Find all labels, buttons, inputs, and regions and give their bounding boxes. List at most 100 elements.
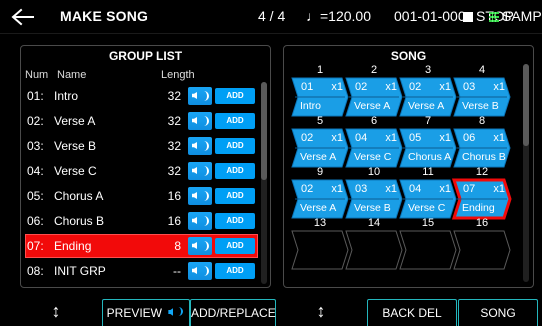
- song-slot-number: 4: [478, 64, 486, 76]
- song-slot[interactable]: 07 x1 Ending: [451, 178, 512, 220]
- song-slot-group-number: 02: [301, 132, 314, 144]
- num-column-header: Num: [25, 69, 49, 81]
- speaker-icon[interactable]: [188, 212, 212, 230]
- make-song-screen: MAKE SONG 4 / 4 ♩=120.00 001-01-000 STOP…: [0, 0, 542, 326]
- add-group-button[interactable]: ADD: [215, 163, 255, 179]
- song-slot-shape: [399, 230, 457, 270]
- song-slot[interactable]: 03 x1 Verse B: [345, 179, 403, 219]
- song-slot-group-repeat: 03 x1: [355, 183, 397, 195]
- song-slot[interactable]: 04 x1 Verse C: [399, 179, 457, 219]
- song-slot[interactable]: 03 x1 Verse B: [453, 77, 511, 117]
- song-slot-group-number: 02: [409, 81, 422, 93]
- speaker-icon[interactable]: [188, 112, 212, 130]
- group-length: --: [173, 264, 181, 278]
- add-group-button[interactable]: ADD: [215, 263, 255, 279]
- song-slot-group-repeat: 02 x1: [301, 183, 343, 195]
- group-list-row[interactable]: 05: Chorus A 16 ADD: [25, 184, 258, 208]
- song-slot[interactable]: 06 x1 Chorus B: [453, 128, 511, 168]
- group-number: 06:: [27, 214, 44, 228]
- add-group-button[interactable]: ADD: [215, 88, 255, 104]
- add-replace-button[interactable]: ADD/REPLACE: [190, 299, 276, 326]
- song-scroll-thumb[interactable]: [523, 64, 529, 146]
- sample-pad-label: SAMPLE PAD: [502, 8, 542, 24]
- group-number: 03:: [27, 139, 44, 153]
- song-slot[interactable]: 02 x1 Verse A: [291, 128, 349, 168]
- song-slot-name: Ending: [462, 202, 495, 214]
- group-list-row[interactable]: 07: Ending 8 ADD: [25, 234, 258, 258]
- add-group-button[interactable]: ADD: [215, 138, 255, 154]
- group-length: 16: [167, 189, 181, 203]
- speaker-icon[interactable]: [188, 262, 212, 280]
- time-signature: 4 / 4: [258, 8, 286, 24]
- song-slot-repeat: x1: [493, 81, 505, 93]
- add-group-button[interactable]: ADD: [215, 238, 255, 254]
- song-button[interactable]: SONG: [458, 299, 538, 326]
- group-list-row[interactable]: 02: Verse A 32 ADD: [25, 109, 258, 133]
- right-move-button[interactable]: ↕: [311, 299, 331, 323]
- back-button[interactable]: [8, 6, 38, 28]
- group-list-scrollbar[interactable]: [261, 82, 267, 284]
- song-slot[interactable]: 02 x1 Verse A: [345, 77, 403, 117]
- speaker-icon[interactable]: [188, 162, 212, 180]
- group-length: 32: [167, 114, 181, 128]
- song-slot-group-number: 02: [355, 81, 368, 93]
- group-length: 32: [167, 164, 181, 178]
- song-slot-number: 9: [316, 166, 324, 178]
- song-slot-name: Intro: [300, 100, 322, 112]
- song-slot-number: 10: [367, 166, 381, 178]
- speaker-icon[interactable]: [188, 137, 212, 155]
- back-delete-button[interactable]: BACK DEL: [367, 299, 457, 326]
- song-slot-group-number: 03: [463, 81, 476, 93]
- song-slot-repeat: x1: [385, 132, 397, 144]
- song-panel: SONG 1 01 x1 Intro 2 02 x1 Verse A 3 02 x1 Verse A4…: [283, 45, 534, 288]
- song-slot[interactable]: 02 x1 Verse A: [399, 77, 457, 117]
- group-number: 02:: [27, 114, 44, 128]
- add-group-button[interactable]: ADD: [215, 213, 255, 229]
- group-name: Chorus A: [54, 189, 104, 203]
- song-slot-number: 12: [475, 166, 489, 178]
- group-name: Chorus B: [54, 214, 105, 228]
- group-list-row[interactable]: 03: Verse B 32 ADD: [25, 134, 258, 158]
- song-scrollbar[interactable]: [523, 64, 529, 282]
- add-group-button[interactable]: ADD: [215, 188, 255, 204]
- song-slot[interactable]: 04 x1 Verse C: [345, 128, 403, 168]
- speaker-icon[interactable]: [188, 87, 212, 105]
- empty-song-slot[interactable]: [399, 230, 457, 270]
- song-slot-number: 8: [478, 115, 486, 127]
- group-list-row[interactable]: 08: INIT GRP -- ADD: [25, 259, 258, 283]
- song-slot-group-number: 06: [463, 132, 476, 144]
- group-list-row[interactable]: 01: Intro 32 ADD: [25, 84, 258, 108]
- song-slot[interactable]: 02 x1 Verse A: [291, 179, 349, 219]
- song-slot-repeat: x1: [493, 183, 505, 195]
- empty-song-slot[interactable]: [291, 230, 349, 270]
- group-name: Verse B: [54, 139, 97, 153]
- song-slot-number: 13: [313, 217, 327, 229]
- preview-button[interactable]: PREVIEW: [102, 299, 190, 326]
- song-slot-number: 2: [370, 64, 378, 76]
- song-slot-number: 1: [316, 64, 324, 76]
- song-slot-name: Chorus A: [408, 151, 452, 163]
- speaker-icon[interactable]: [188, 187, 212, 205]
- page-title: MAKE SONG: [60, 8, 149, 24]
- song-slot[interactable]: 05 x1 Chorus A: [399, 128, 457, 168]
- group-list-row[interactable]: 04: Verse C 32 ADD: [25, 159, 258, 183]
- left-move-button[interactable]: ↕: [46, 299, 66, 323]
- song-slot[interactable]: 01 x1 Intro: [291, 77, 349, 117]
- song-slot-repeat: x1: [331, 183, 343, 195]
- song-slot-name: Verse C: [408, 202, 446, 214]
- empty-song-slot[interactable]: [345, 230, 403, 270]
- speaker-icon: [167, 306, 185, 318]
- add-group-button[interactable]: ADD: [215, 113, 255, 129]
- song-slot-number: 14: [367, 217, 381, 229]
- song-slot-number: 7: [424, 115, 432, 127]
- group-list-row[interactable]: 06: Chorus B 16 ADD: [25, 209, 258, 233]
- group-list-scroll-thumb[interactable]: [261, 82, 267, 180]
- up-down-arrow-icon: ↕: [316, 301, 326, 321]
- song-slot-name: Verse B: [462, 100, 499, 112]
- song-slot-group-repeat: 02 x1: [301, 132, 343, 144]
- group-list-panel: GROUP LIST Num Name Length 01: Intro 32 ADD…: [20, 45, 271, 288]
- song-slot-group-repeat: 02 x1: [409, 81, 451, 93]
- empty-song-slot[interactable]: [453, 230, 511, 270]
- speaker-icon[interactable]: [188, 237, 212, 255]
- song-slot-group-repeat: 01 x1: [301, 81, 343, 93]
